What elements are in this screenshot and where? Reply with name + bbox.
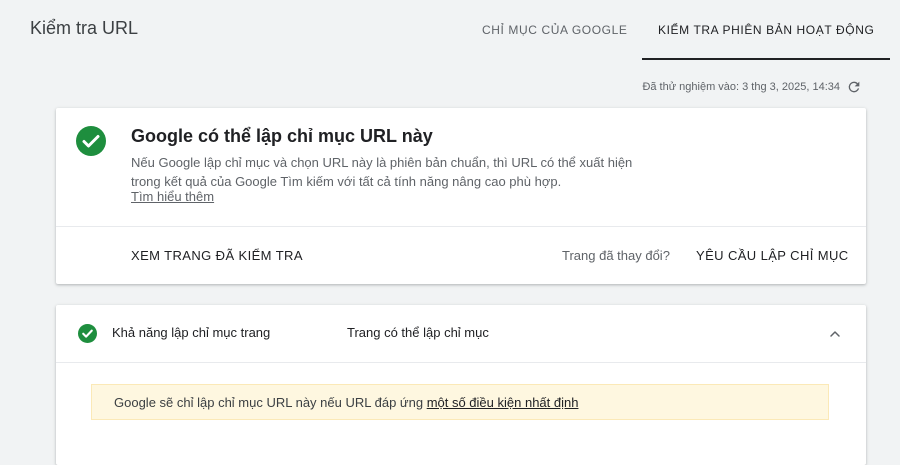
indexability-row[interactable]: Khả năng lập chỉ mục trang Trang có thể …	[56, 305, 866, 363]
indexability-value: Trang có thể lập chỉ mục	[347, 325, 489, 340]
notice-text: Google sẽ chỉ lập chỉ mục URL này nếu UR…	[114, 395, 427, 410]
check-circle-icon	[76, 126, 106, 156]
conditions-link[interactable]: một số điều kiện nhất định	[427, 395, 579, 410]
indexability-detail-card: Khả năng lập chỉ mục trang Trang có thể …	[56, 305, 866, 465]
check-circle-icon	[78, 324, 97, 343]
divider	[56, 226, 866, 227]
status-headline: Google có thể lập chỉ mục URL này	[131, 126, 433, 146]
page-changed-label: Trang đã thay đổi?	[562, 248, 670, 263]
indexing-notice: Google sẽ chỉ lập chỉ mục URL này nếu UR…	[91, 384, 829, 420]
page-title: Kiểm tra URL	[30, 18, 139, 38]
test-timestamp-text: Đã thử nghiệm vào: 3 thg 3, 2025, 14:34	[642, 81, 840, 93]
test-timestamp: Đã thử nghiệm vào: 3 thg 3, 2025, 14:34	[642, 79, 862, 95]
tab-google-index[interactable]: CHỈ MỤC CỦA GOOGLE	[466, 0, 643, 58]
learn-more-link[interactable]: Tìm hiểu thêm	[131, 189, 214, 204]
status-description: Nếu Google lập chỉ mục và chọn URL này l…	[131, 155, 633, 189]
request-indexing-button[interactable]: YÊU CẦU LẬP CHỈ MỤC	[696, 248, 849, 263]
chevron-up-icon[interactable]	[828, 327, 842, 341]
indexability-label: Khả năng lập chỉ mục trang	[112, 325, 271, 340]
top-bar: Kiểm tra URL CHỈ MỤC CỦA GOOGLE KIỂM TRA…	[0, 0, 900, 60]
indexing-status-card: Google có thể lập chỉ mục URL này Nếu Go…	[56, 108, 866, 284]
view-tested-page-button[interactable]: XEM TRANG ĐÃ KIỂM TRA	[131, 248, 303, 263]
refresh-icon[interactable]	[846, 79, 862, 95]
tab-live-test[interactable]: KIỂM TRA PHIÊN BẢN HOẠT ĐỘNG	[642, 0, 891, 60]
